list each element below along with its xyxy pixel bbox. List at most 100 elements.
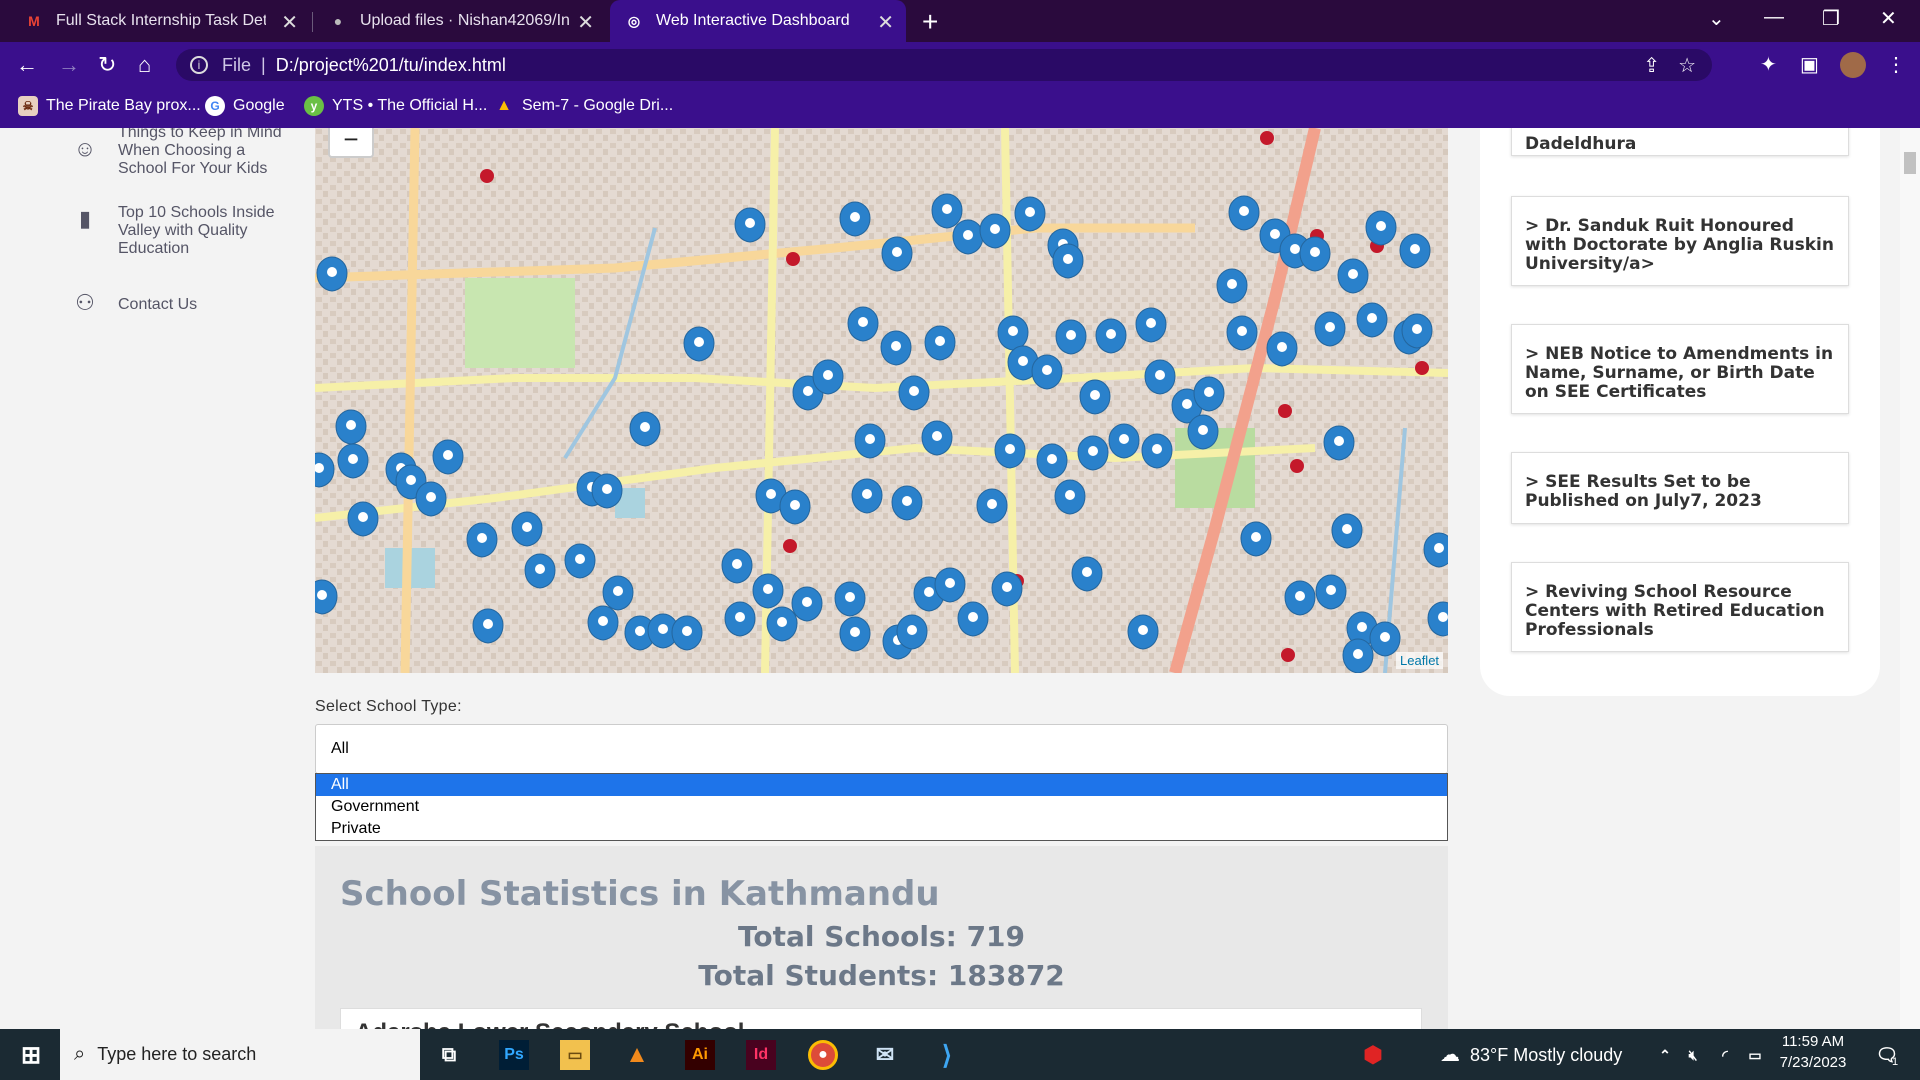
minimize-icon[interactable]: — [1764,6,1784,29]
new-tab-button[interactable]: + [922,6,938,38]
bar-chart-icon: ▮ [78,206,92,231]
taskbar-search[interactable]: ⌕ Type here to search [60,1029,420,1080]
news-item[interactable]: > Reviving School Resource Centers with … [1511,562,1849,652]
close-icon[interactable]: ✕ [877,10,894,35]
photoshop-icon[interactable]: Ps [499,1040,529,1070]
option-private[interactable]: Private [316,818,1447,840]
url-divider: | [261,54,266,75]
clock-date: 7/23/2023 [1779,1054,1847,1071]
window-close-icon[interactable]: ✕ [1880,6,1897,31]
sidepanel-icon[interactable]: ▣ [1800,52,1819,77]
close-icon[interactable]: ✕ [281,10,298,35]
statistics-section: School Statistics in Kathmandu Total Sch… [315,846,1448,1029]
notification-count: 1 [1892,1056,1899,1068]
reload-icon[interactable]: ↻ [98,52,116,78]
sidebar-item-top-schools[interactable]: ▮ Top 10 Schools Inside Valley with Qual… [70,204,288,258]
zoom-out-button[interactable]: − [328,128,374,158]
page-content: ☺ Things to Keep in Mind When Choosing a… [0,128,1920,1029]
windows-start-icon[interactable]: ⊞ [16,1040,46,1070]
school-type-dropdown[interactable]: All Government Private [315,773,1448,841]
bookmark-piratebay[interactable]: ☠ The Pirate Bay prox... [18,96,201,116]
yts-icon: y [304,96,324,116]
people-icon: ⚇ [75,290,95,315]
bookmark-drive[interactable]: ▲ Sem-7 - Google Dri... [494,96,673,116]
gmail-icon: M [28,13,40,29]
illustrator-icon[interactable]: Ai [685,1040,715,1070]
close-icon[interactable]: ✕ [577,10,594,35]
pirate-icon: ☠ [18,96,38,116]
address-bar[interactable]: i File | D:/project%201/tu/index.html ⇪ … [176,49,1712,81]
bookmark-google[interactable]: G Google [205,96,285,116]
site-info-icon[interactable]: i [190,56,208,74]
sidebar-item-label: Things to Keep in Mind When Choosing a S… [118,128,282,177]
school-name: Adarsha Lower Secondary School [355,1019,744,1029]
tab-title: Web Interactive Dashboard [656,12,850,29]
news-item[interactable]: > NEB Notice to Amendments in Name, Surn… [1511,324,1849,414]
tab-search-icon[interactable]: ⌄ [1708,6,1725,31]
google-icon: G [205,96,225,116]
tab-separator [312,12,313,32]
sidebar-item-label: Top 10 Schools Inside Valley with Qualit… [118,204,275,257]
tab-title: Upload files · Nishan42069/Intera [360,12,570,29]
school-card: Adarsha Lower Secondary School [340,1008,1422,1029]
page-scrollbar[interactable] [1900,128,1920,1029]
drive-icon: ▲ [496,97,512,114]
extensions-icon[interactable]: ✦ [1760,52,1777,77]
search-placeholder: Type here to search [97,1044,257,1064]
menu-icon[interactable]: ⋮ [1886,52,1906,77]
tray-chevron-icon[interactable]: ⌃ [1650,1040,1680,1070]
clock-time: 11:59 AM [1781,1033,1845,1050]
bookmarks-bar [0,88,1920,128]
antivirus-icon[interactable]: ⬢ [1358,1040,1388,1070]
news-item[interactable]: > Dr. Sanduk Ruit Honoured with Doctorat… [1511,196,1849,286]
sidebar-item-contact[interactable]: ⚇ Contact Us [70,290,288,315]
task-view-icon[interactable]: ⧉ [434,1040,464,1070]
sidebar-item-choosing-school[interactable]: ☺ Things to Keep in Mind When Choosing a… [70,128,288,178]
option-all[interactable]: All [316,774,1447,796]
restore-icon[interactable]: ❐ [1822,6,1840,31]
bookmark-label: YTS • The Official H... [332,97,488,114]
battery-icon[interactable]: ▭ [1740,1040,1770,1070]
mute-icon[interactable]: 🔇︎ [1678,1040,1708,1070]
bookmark-star-icon[interactable]: ☆ [1678,53,1696,78]
home-icon[interactable]: ⌂ [138,52,151,78]
indesign-icon[interactable]: Id [746,1040,776,1070]
forward-icon[interactable]: → [58,52,80,78]
search-icon: ⌕ [74,1043,86,1065]
globe-icon: ◎ [627,12,641,29]
sidebar-item-label: Contact Us [118,296,198,313]
bookmark-yts[interactable]: y YTS • The Official H... [304,96,487,116]
wifi-icon[interactable]: ◜ [1710,1040,1740,1070]
chrome-icon[interactable]: ● [808,1040,838,1070]
bookmark-label: Sem-7 - Google Dri... [522,97,674,114]
profile-avatar[interactable] [1840,52,1866,78]
sidebar: ☺ Things to Keep in Mind When Choosing a… [0,128,300,1029]
clock[interactable]: 11:59 AM 7/23/2023 [1778,1033,1848,1071]
news-item[interactable]: Dadeldhura [1511,128,1849,156]
url-text: D:/project%201/tu/index.html [275,54,506,75]
tab-github[interactable]: ● Upload files · Nishan42069/Intera ✕ [314,0,606,42]
github-icon: ● [333,13,343,29]
tab-dashboard[interactable]: ◎ Web Interactive Dashboard ✕ [610,0,906,42]
share-icon[interactable]: ⇪ [1643,53,1660,78]
option-government[interactable]: Government [316,796,1447,818]
mail-icon[interactable]: ✉ [870,1040,900,1070]
school-type-select[interactable]: All [315,724,1448,774]
smiley-icon: ☺ [73,136,97,161]
back-icon[interactable]: ← [16,52,38,78]
school-type-label: Select School Type: [315,698,462,715]
vscode-icon[interactable]: ⟩ [932,1040,962,1070]
weather-widget[interactable]: ☁ 83°F Mostly cloudy [1440,1042,1622,1067]
news-item[interactable]: > SEE Results Set to be Published on Jul… [1511,452,1849,524]
browser-tab-strip: M Full Stack Internship Task Details ✕ ●… [0,0,1920,42]
bookmark-label: Google [233,97,285,114]
file-explorer-icon[interactable]: ▭ [560,1040,590,1070]
school-map[interactable] [315,128,1448,673]
scrollbar-thumb[interactable] [1904,152,1916,174]
weather-text: 83°F Mostly cloudy [1470,1045,1623,1065]
vlc-icon[interactable]: ▲ [622,1040,652,1070]
map-attribution[interactable]: Leaflet [1396,652,1444,669]
tab-gmail[interactable]: M Full Stack Internship Task Details ✕ [10,0,310,42]
cloud-icon: ☁ [1440,1044,1460,1066]
total-students: Total Students: 183872 [698,959,1065,992]
